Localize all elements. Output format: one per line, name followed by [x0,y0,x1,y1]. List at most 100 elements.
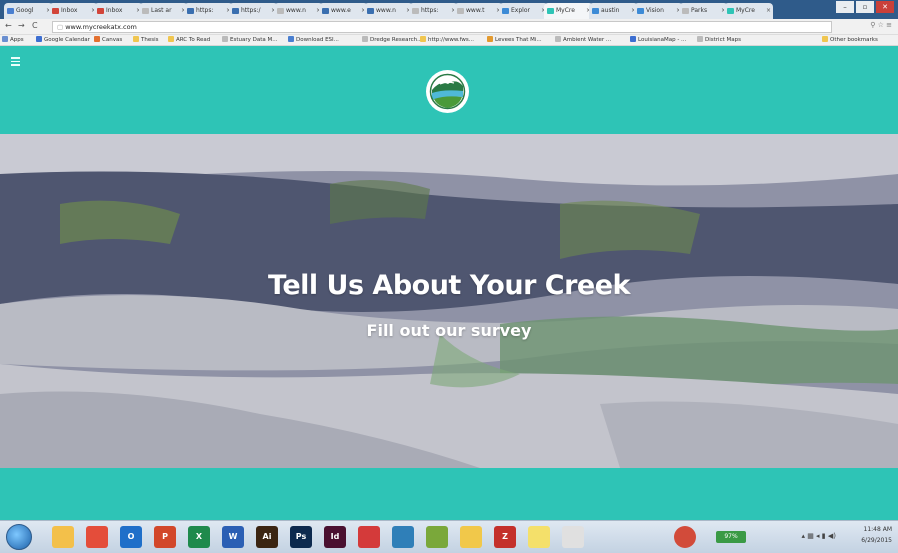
taskbar-google-drive-icon[interactable] [460,526,482,548]
bookmark-item[interactable]: Other bookmarks [822,36,878,43]
minimize-button[interactable]: – [836,1,854,13]
browser-tab[interactable]: Inbox× [94,3,143,19]
browser-tab[interactable]: Last ar× [139,3,188,19]
taskbar-app-z-icon[interactable]: Z [494,526,516,548]
tab-favicon-icon [187,8,194,14]
browser-tab[interactable]: Googl× [4,3,53,19]
mycreek-logo[interactable] [426,70,469,113]
bookmark-item[interactable]: Ambient Water ... [555,36,611,43]
tab-favicon-icon [502,8,509,14]
bookmark-item[interactable]: District Maps [697,36,741,43]
hamburger-menu-icon[interactable] [11,57,20,68]
browser-tab[interactable]: Vision× [634,3,683,19]
teal-footer-band [0,468,898,520]
tray-icons[interactable]: ▴ ▦ ◂ ▮ ◀) [801,532,836,540]
browser-tab[interactable]: Inbox× [49,3,98,19]
address-bar-row: ← → C ▢ www.mycreekatx.com ⚲ ☆ ≡ [0,19,898,35]
start-button[interactable] [6,524,32,550]
bookmark-label: Other bookmarks [830,37,878,43]
bookmark-item[interactable]: Dredge Research... [362,36,422,43]
bookmark-label: Estuary Data M... [230,37,278,43]
browser-tab[interactable]: Parks× [679,3,728,19]
hero-subtitle[interactable]: Fill out our survey [0,321,898,340]
bookmark-item[interactable]: ARC To Read [168,36,210,43]
tab-favicon-icon [682,8,689,14]
tab-favicon-icon [232,8,239,14]
tab-favicon-icon [592,8,599,14]
browser-tab[interactable]: MyCre × [724,3,773,19]
tab-favicon-icon [7,8,14,14]
tab-label: MyCre [556,7,575,14]
tab-favicon-icon [412,8,419,14]
bookmark-label: Apps [10,37,24,43]
bookmarks-bar: Apps Google Calendar Canvas Thesis ARC To Re… [0,35,898,46]
taskbar-photoshop-icon[interactable]: Ps [290,526,312,548]
browser-tab[interactable]: www.t× [454,3,503,19]
bookmark-item[interactable]: http://www.fws... [420,36,474,43]
tab-label: Vision [646,7,664,14]
bookmark-item[interactable]: Google Calendar [36,36,90,43]
bookmark-icon [630,36,636,42]
tab-favicon-icon [727,8,734,14]
bookmark-label: ARC To Read [176,37,211,43]
taskbar-app-star-icon[interactable] [528,526,550,548]
hero-title: Tell Us About Your Creek [267,270,631,301]
tab-favicon-icon [277,8,284,14]
battery-indicator[interactable]: 97% [716,531,746,543]
bookmark-icon [36,36,42,42]
browser-tab[interactable]: https:× [409,3,458,19]
back-arrow-icon[interactable]: ← [5,21,12,30]
tab-label: Inbox [106,7,123,14]
bookmark-item[interactable]: Canvas [94,36,122,43]
browser-tab[interactable]: Explor× [499,3,548,19]
bookmark-label: Thesis [141,37,159,43]
close-window-button[interactable]: ✕ [876,1,894,13]
bookmark-item[interactable]: Download ESI... [288,36,339,43]
browser-tab[interactable]: MyCre× [544,3,593,19]
bookmark-label: http://www.fws... [428,37,475,43]
tab-close-icon[interactable]: × [766,7,771,14]
taskbar-excel-icon[interactable]: X [188,526,210,548]
browser-tab[interactable]: https:/× [229,3,278,19]
url-text: www.mycreekatx.com [65,23,137,31]
bookmark-icon [822,36,828,42]
bookmark-label: Canvas [102,37,123,43]
forward-arrow-icon[interactable]: → [18,21,25,30]
bookmark-item[interactable]: LouisianaMap - ... [630,36,686,43]
taskbar-word-icon[interactable]: W [222,526,244,548]
taskbar-indesign-icon[interactable]: Id [324,526,346,548]
taskbar-app-red-icon[interactable] [358,526,380,548]
tab-label: www.e [331,7,351,14]
reload-icon[interactable]: C [32,21,38,30]
browser-tab[interactable]: www.n× [364,3,413,19]
browser-tab[interactable]: https:× [184,3,233,19]
tab-favicon-icon [547,8,554,14]
system-clock[interactable]: 11:48 AM 6/29/2015 [852,524,892,546]
taskbar-explorer-icon[interactable] [52,526,74,548]
taskbar-chrome-icon[interactable] [86,526,108,548]
maximize-button[interactable]: ▫ [856,1,874,13]
tab-favicon-icon [322,8,329,14]
toolbar-icons[interactable]: ⚲ ☆ ≡ [870,21,892,29]
tray-app-icon[interactable] [674,526,696,548]
taskbar-outlook-icon[interactable]: O [120,526,142,548]
bookmark-label: Download ESI... [296,37,339,43]
browser-tab[interactable]: austin× [589,3,638,19]
url-field[interactable]: ▢ www.mycreekatx.com [52,21,832,33]
bookmark-item[interactable]: Estuary Data M... [222,36,278,43]
hero-section: Tell Us About Your Creek Fill out our su… [0,134,898,468]
bookmark-item[interactable]: Thesis [133,36,159,43]
browser-tab[interactable]: www.e× [319,3,368,19]
taskbar-acrobat-icon[interactable] [562,526,584,548]
tab-favicon-icon [367,8,374,14]
bookmark-item[interactable]: Levees That Mi... [487,36,542,43]
taskbar-app-globe-icon[interactable] [392,526,414,548]
taskbar-powerpoint-icon[interactable]: P [154,526,176,548]
browser-tab[interactable]: www.n× [274,3,323,19]
taskbar-illustrator-icon[interactable]: Ai [256,526,278,548]
bookmark-icon [94,36,100,42]
taskbar-app-arcgis-icon[interactable] [426,526,448,548]
tab-label: https: [421,7,439,14]
bookmark-item[interactable]: Apps [2,36,24,43]
tab-label: MyCre [736,7,755,14]
